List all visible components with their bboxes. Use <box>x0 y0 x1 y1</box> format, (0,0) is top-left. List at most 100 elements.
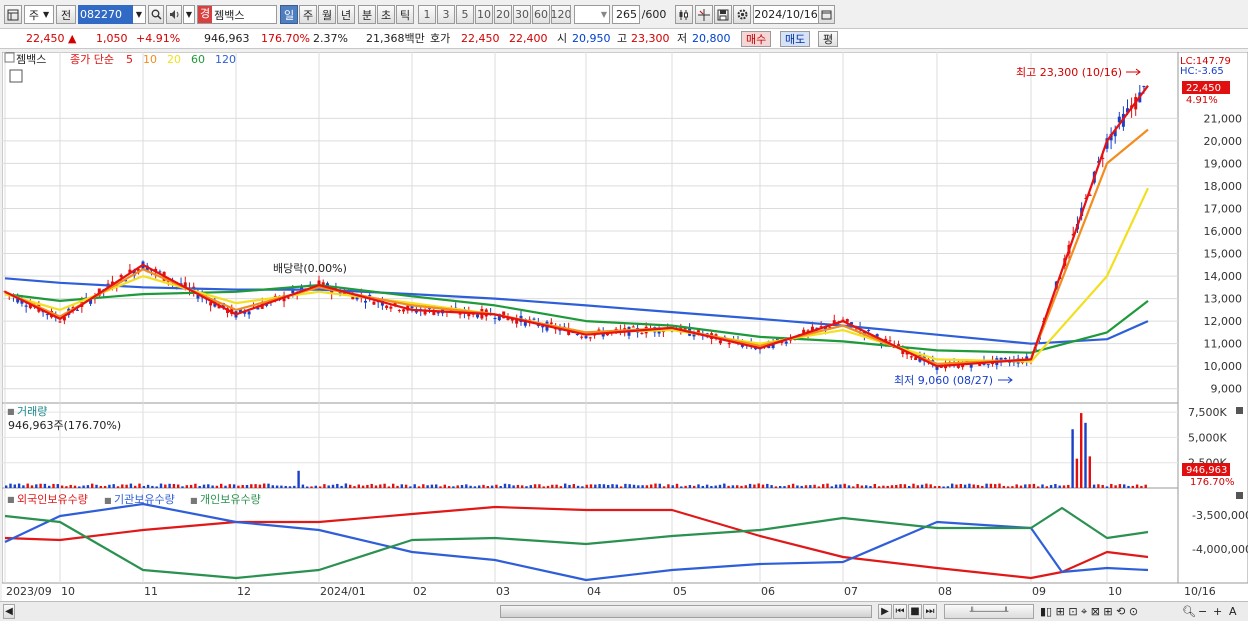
volume-bar <box>258 484 262 488</box>
period-week-button[interactable]: 주 <box>299 5 317 24</box>
volume-bar <box>271 485 274 488</box>
volume-bar <box>447 486 451 488</box>
volume-bar <box>237 485 240 488</box>
panel-toggle-icon <box>4 52 15 63</box>
sell-button[interactable]: 매도 <box>780 31 811 47</box>
chart-scrollbar[interactable]: ◀ ▶ ⏮ ■ ⏭ ╨──────╨ ▮▯ ⊞ ⊡ ⌖ ⊠ ⊞ ⟲ ⊙ 🔍︎ −… <box>0 601 1248 621</box>
chevron-down-icon: ▼ <box>600 10 607 19</box>
scroll-left-icon[interactable]: ◀ <box>3 604 15 619</box>
volume-bar <box>349 484 352 488</box>
volume-bar <box>1002 485 1005 488</box>
zoom-slider[interactable]: ╨──────╨ <box>944 604 1034 619</box>
interval-3-button[interactable]: 3 <box>437 5 455 24</box>
stop-icon[interactable]: ■ <box>908 604 922 619</box>
volume-bar <box>9 483 12 488</box>
candle-icon[interactable] <box>675 5 693 24</box>
buy-button[interactable]: 매수 <box>741 31 772 47</box>
tool-icons[interactable]: ▮▯ ⊞ ⊡ ⌖ ⊠ ⊞ ⟲ ⊙ <box>1040 605 1138 619</box>
volume-bar <box>413 484 416 488</box>
volume-bar <box>1054 483 1057 488</box>
window-icon[interactable] <box>4 5 22 24</box>
volume-bar <box>654 483 657 488</box>
scroll-thumb[interactable] <box>500 605 872 618</box>
volume-bar <box>822 484 825 488</box>
save-icon[interactable] <box>714 5 732 24</box>
interval-label: 60 <box>534 8 548 21</box>
speaker-icon[interactable] <box>166 5 182 24</box>
candle-body <box>476 314 480 318</box>
volume-bar <box>202 484 206 488</box>
speaker-dropdown[interactable]: ▼ <box>183 5 195 24</box>
ma-legend-20: 20 <box>167 53 181 66</box>
interval-1-button[interactable]: 1 <box>418 5 436 24</box>
search-icon[interactable] <box>148 5 164 24</box>
slider-tick-icon: ╨──────╨ <box>969 607 1009 616</box>
evaluate-button[interactable]: 평 <box>818 31 839 47</box>
date-input[interactable]: 2024/10/16 <box>753 5 819 24</box>
period-second-button[interactable]: 초 <box>377 5 395 24</box>
rewind-icon[interactable]: ⏮ <box>893 604 907 619</box>
candle-body <box>119 274 123 278</box>
period-month-button[interactable]: 월 <box>318 5 336 24</box>
interval-5-button[interactable]: 5 <box>456 5 474 24</box>
crosshair-icon[interactable] <box>695 5 713 24</box>
candle-body <box>580 336 584 338</box>
volume-bar <box>693 485 696 488</box>
forward-icon[interactable]: ⏭ <box>923 604 937 619</box>
volume-bar <box>22 485 25 488</box>
prev-button[interactable]: 전 <box>56 5 76 24</box>
volume-bar <box>529 485 532 488</box>
stock-code-input[interactable]: 082270 <box>78 5 133 24</box>
price-chart[interactable]: 21,000 20,000 19,000 18,000 17,000 16,000 15,0… <box>2 52 1248 601</box>
interval-dropdown[interactable]: ▼ <box>574 5 610 24</box>
volume-bar <box>740 485 743 488</box>
volume-bar <box>963 484 967 488</box>
volume-bar <box>1019 485 1023 488</box>
volume-bar <box>899 484 902 488</box>
interval-20-button[interactable]: 20 <box>494 5 512 24</box>
code-dropdown[interactable]: ▼ <box>133 5 146 24</box>
x-tick-label: 11 <box>144 585 158 598</box>
volume-bar <box>710 485 713 488</box>
volume-bar <box>422 484 425 488</box>
calendar-icon[interactable] <box>819 5 835 24</box>
play-icon[interactable]: ▶ <box>878 604 892 619</box>
volume-bar <box>671 485 674 488</box>
interval-10-button[interactable]: 10 <box>475 5 493 24</box>
volume-bar <box>925 483 928 488</box>
count-input[interactable]: 265 <box>612 5 640 24</box>
volume-bar <box>852 486 855 488</box>
volume-bar <box>1041 484 1044 488</box>
plus-icon[interactable]: + <box>1213 605 1222 619</box>
zoom-out-icon[interactable]: 🔍︎ <box>1182 605 1196 619</box>
period-day-button[interactable]: 일 <box>280 5 298 24</box>
interval-60-button[interactable]: 60 <box>532 5 550 24</box>
interval-120-button[interactable]: 120 <box>551 5 571 24</box>
volume-bar <box>469 485 472 488</box>
candle-body <box>718 340 722 344</box>
volume-bar <box>99 485 102 488</box>
volume-bar <box>688 485 692 488</box>
interval-30-button[interactable]: 30 <box>513 5 531 24</box>
market-select[interactable]: 주 ▼ <box>24 5 54 24</box>
volume-bar <box>1140 485 1143 488</box>
volume-bar <box>998 483 1001 488</box>
x-tick-label: 10 <box>61 585 75 598</box>
volume-bar <box>516 484 520 488</box>
period-year-button[interactable]: 년 <box>337 5 355 24</box>
candle-body <box>364 300 367 303</box>
period-label: 주 <box>302 8 314 22</box>
gear-icon[interactable] <box>733 5 751 24</box>
volume-bar <box>662 486 666 488</box>
minus-icon[interactable]: − <box>1198 605 1207 619</box>
font-size-icon[interactable]: A <box>1229 605 1237 619</box>
volume-bar <box>938 485 941 488</box>
period-label: 월 <box>321 8 333 22</box>
volume-bar <box>1114 485 1117 488</box>
stock-name-field[interactable]: 경 젬백스 <box>197 5 277 24</box>
period-minute-button[interactable]: 분 <box>358 5 376 24</box>
period-tick-button[interactable]: 틱 <box>396 5 414 24</box>
volume-bar <box>559 486 563 488</box>
x-tick-label: 06 <box>761 585 775 598</box>
volume-bar <box>134 485 137 488</box>
